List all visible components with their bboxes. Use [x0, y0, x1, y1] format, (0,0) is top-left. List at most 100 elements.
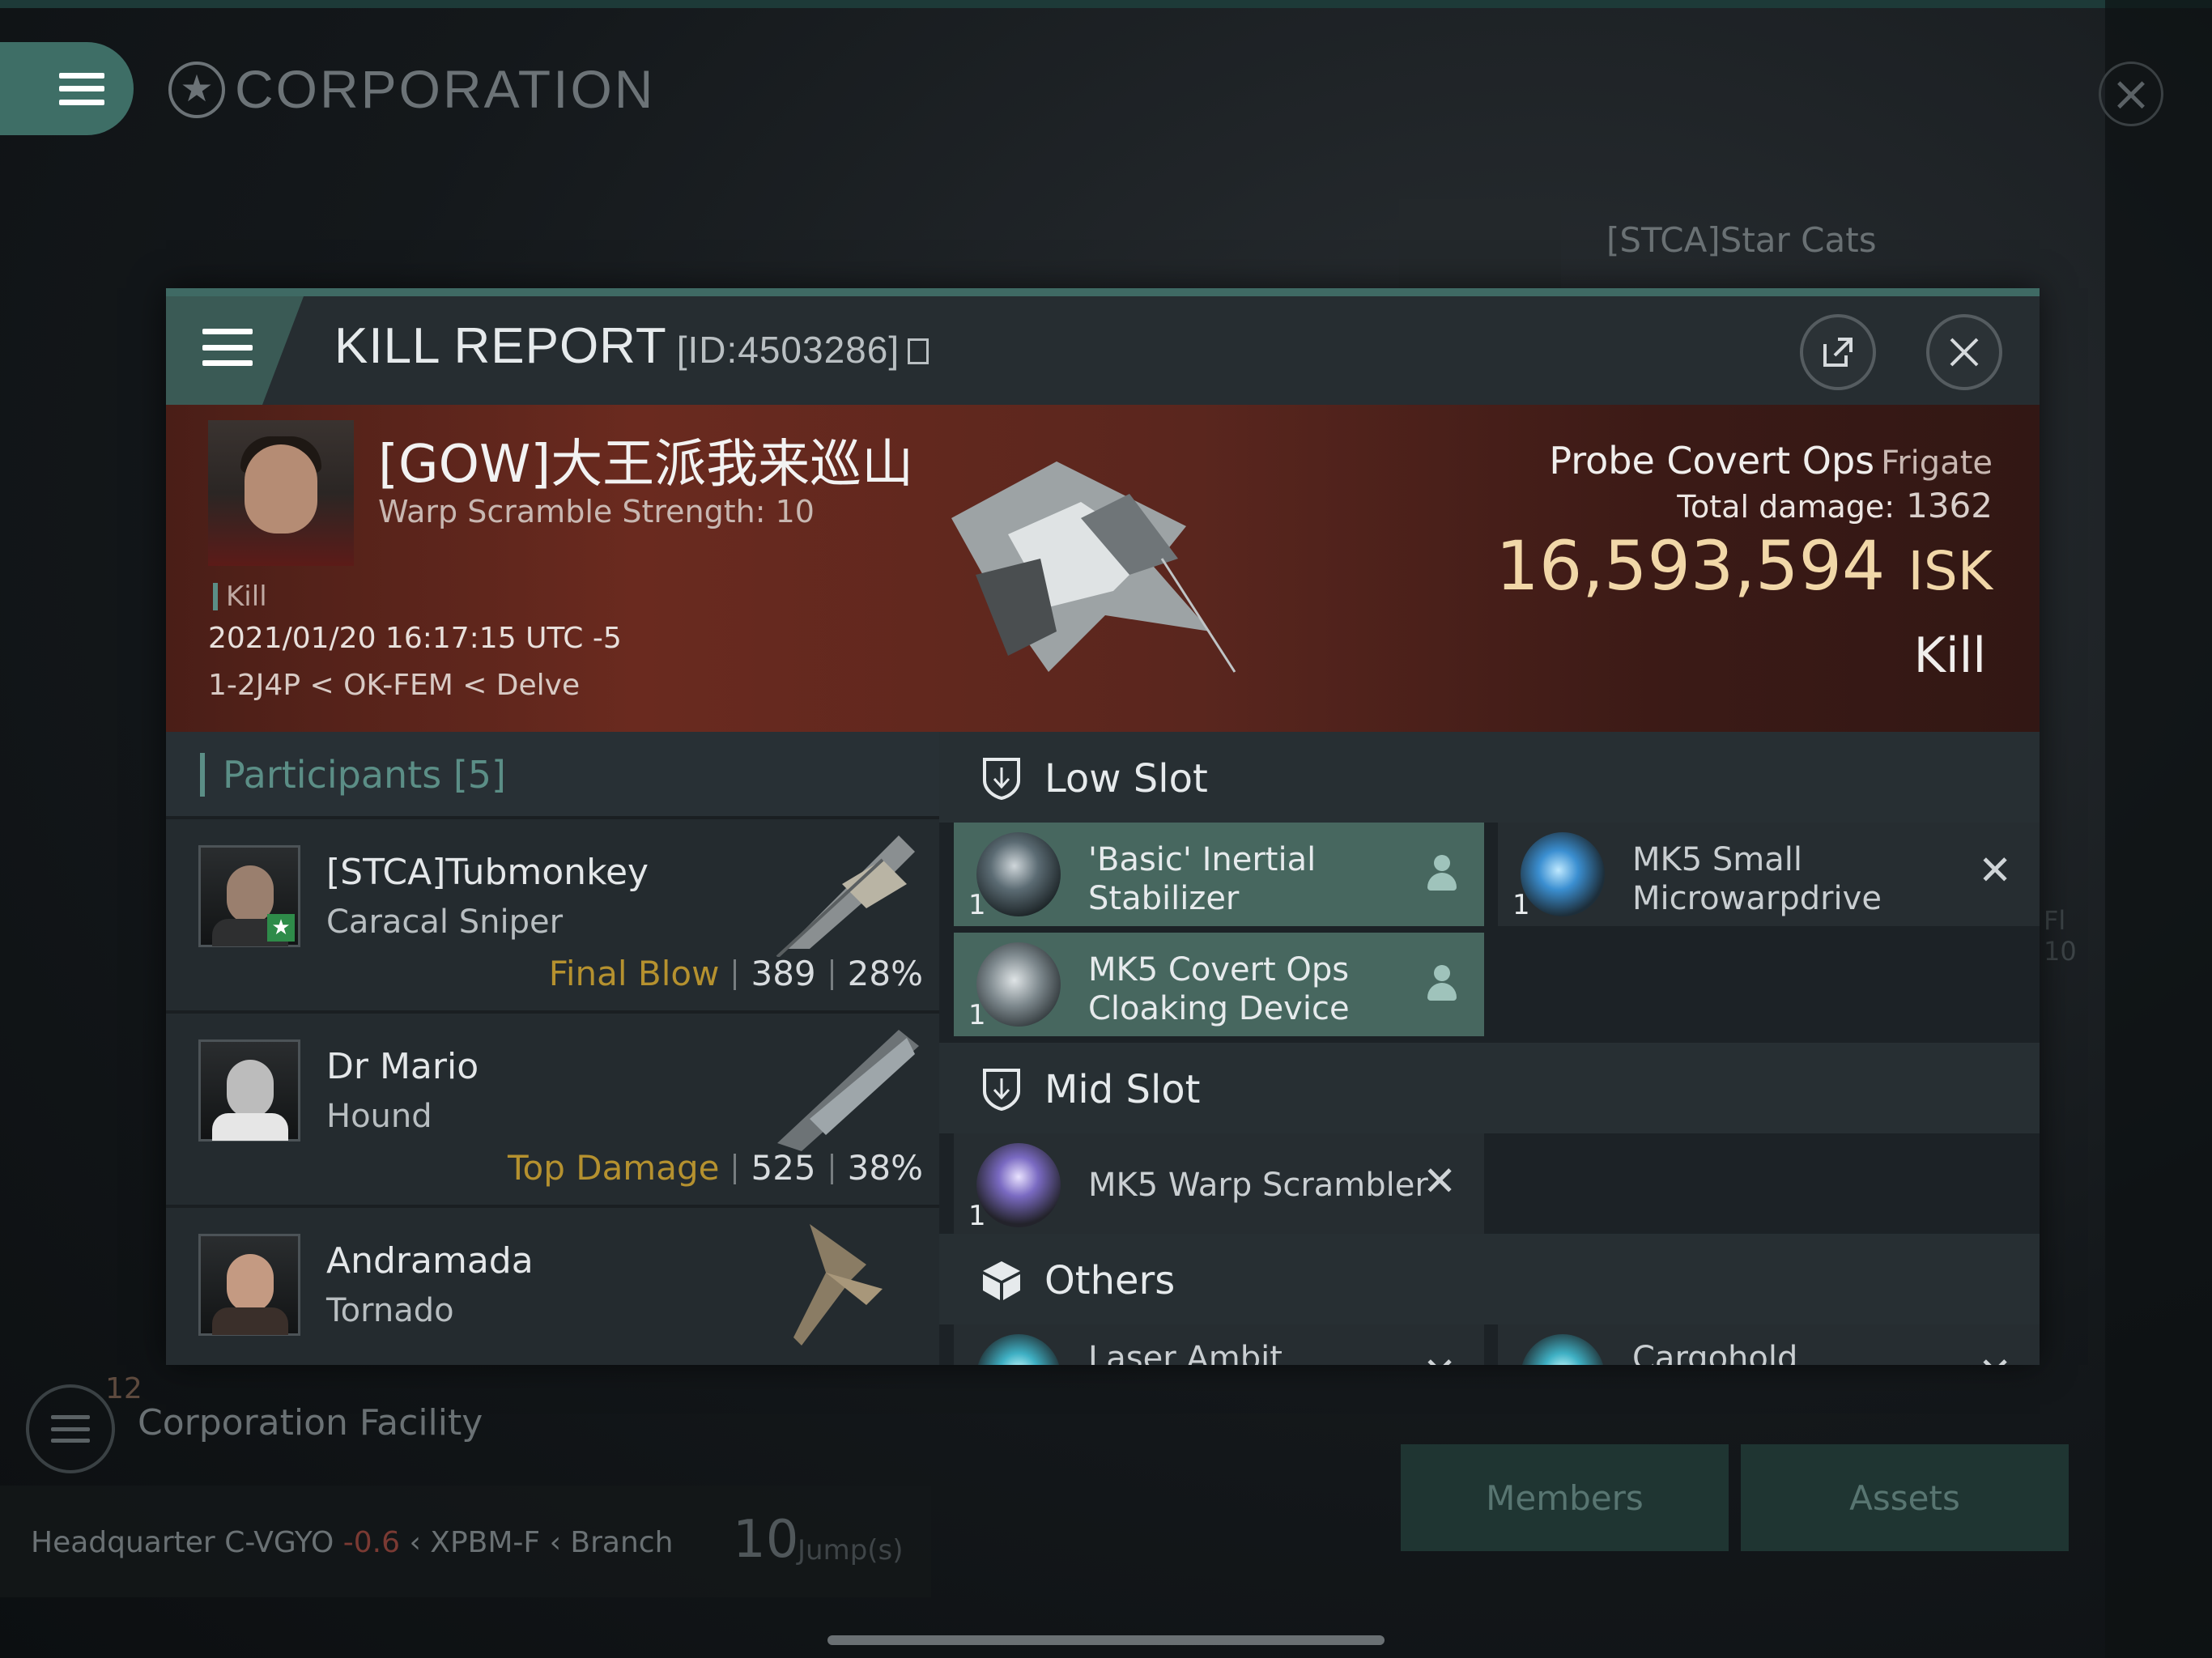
participant-ship-image [776, 835, 915, 957]
fitting-item[interactable]: 1 MK5 Small Microwarpdrive ✕ [1498, 823, 2040, 926]
hq-location[interactable]: Headquarter C-VGYO -0.6 ‹ XPBM-F ‹ Branc… [31, 1526, 673, 1559]
low-slot-label: Low Slot [1044, 756, 1208, 801]
main-menu-button[interactable] [0, 42, 134, 135]
victim-name[interactable]: [GOW]大王派我来巡山 [378, 423, 913, 497]
shield-icon [983, 758, 1020, 801]
participant-name: [STCA]Tubmonkey [326, 852, 649, 893]
kill-report-window: KILL REPORT [ID:4503286] [GOW]大王派我来巡山 War… [166, 288, 2040, 1365]
destroyed-icon: ✕ [1978, 847, 2012, 894]
participant-name: Dr Mario [326, 1046, 479, 1087]
item-quantity: 1 [968, 889, 986, 921]
right-side-panel [2105, 0, 2212, 1658]
participant-row[interactable]: Andramada Tornado [166, 1205, 939, 1365]
victim-detail: Warp Scramble Strength: 10 [378, 494, 815, 529]
kill-timestamp: 2021/01/20 16:17:15 UTC -5 [208, 622, 622, 655]
item-name: Cargohold [1632, 1340, 1798, 1365]
fitting-item[interactable]: 1 'Basic' Inertial Stabilizer [954, 823, 1484, 926]
facility-count: 12 [105, 1372, 143, 1405]
jump-count: 10 [733, 1510, 799, 1570]
module-icon [976, 832, 1061, 916]
fitting-item[interactable]: 1 MK5 Warp Scrambler ✕ [954, 1133, 1484, 1237]
mid-slot-header: Mid Slot [939, 1043, 2040, 1133]
total-damage: Total damage: 1362 [1677, 486, 1993, 525]
shield-icon [983, 1069, 1020, 1112]
item-quantity: 1 [968, 1200, 986, 1232]
participant-avatar [198, 1039, 300, 1141]
participants-label: Participants [5] [200, 753, 506, 797]
cube-icon [983, 1261, 1020, 1300]
item-name: MK5 Warp Scrambler [1088, 1167, 1428, 1204]
participant-row[interactable]: ★ [STCA]Tubmonkey Caracal Sniper Final B… [166, 816, 939, 1010]
corp-logo [1399, 199, 1561, 288]
side-text: Fl 10 [2044, 905, 2077, 967]
destroyed-icon: ✕ [1423, 1158, 1457, 1205]
members-button[interactable]: Members [1401, 1444, 1729, 1551]
item-name: MK5 Covert Ops Cloaking Device [1088, 951, 1350, 1027]
fitting-item[interactable]: Cargohold ✕ [1498, 1324, 2040, 1365]
destroyed-icon: ✕ [1978, 1349, 2012, 1365]
mid-slot-label: Mid Slot [1044, 1067, 1201, 1112]
item-quantity: 1 [1512, 889, 1530, 921]
participant-ship-image [777, 1030, 919, 1151]
module-icon [976, 1143, 1061, 1227]
hamburger-icon [51, 1415, 90, 1443]
participants-header: Participants [5] [166, 732, 939, 816]
copy-icon[interactable] [908, 338, 929, 364]
home-indicator [827, 1635, 1385, 1645]
item-quantity: 1 [968, 999, 986, 1031]
jump-unit: Jump(s) [798, 1534, 904, 1567]
fitting-item[interactable]: Laser Ambit ✕ [954, 1324, 1484, 1365]
item-name: Laser Ambit [1088, 1340, 1283, 1365]
star-icon: ★ [267, 914, 295, 942]
participant-ship: Tornado [326, 1292, 454, 1329]
isk-value: 16,593,594 ISK [1495, 526, 1993, 606]
item-name: MK5 Small Microwarpdrive [1632, 841, 1882, 917]
person-icon [1426, 965, 1458, 1004]
victim-banner: [GOW]大王派我来巡山 Warp Scramble Strength: 10 … [166, 405, 2040, 732]
victim-ship-name[interactable]: Probe Covert Ops Frigate [1549, 439, 1993, 483]
participant-ship-image [793, 1224, 883, 1346]
module-icon [976, 942, 1061, 1027]
others-label: Others [1044, 1258, 1176, 1303]
participant-avatar: ★ [198, 845, 300, 947]
participant-avatar [198, 1234, 300, 1336]
participant-stats: Top Damage 525 38% [508, 1148, 923, 1188]
fittings-panel: Low Slot 1 'Basic' Inertial Stabilizer 1 … [939, 732, 2040, 1365]
corporation-star-icon: ★ [168, 62, 225, 118]
participant-stats: Final Blow 389 28% [548, 954, 923, 993]
module-icon [976, 1334, 1061, 1365]
hamburger-icon [202, 329, 253, 366]
page-close-button[interactable]: × [2099, 62, 2163, 126]
assets-button[interactable]: Assets [1741, 1444, 2069, 1551]
window-title: KILL REPORT [ID:4503286] [334, 317, 929, 375]
destroyed-icon: ✕ [1423, 1349, 1457, 1365]
corp-name: [STCA]Star Cats [1606, 220, 1877, 260]
module-icon [1521, 832, 1605, 916]
share-icon [1823, 338, 1853, 367]
close-button[interactable] [1926, 314, 2002, 390]
close-icon [1950, 338, 1979, 367]
others-header: Others [939, 1234, 2040, 1324]
kill-location[interactable]: 1-2J4P < OK-FEM < Delve [208, 669, 580, 702]
low-slot-header: Low Slot [939, 732, 2040, 823]
participant-ship: Caracal Sniper [326, 903, 564, 941]
kill-result: Kill [1913, 627, 1986, 684]
participant-ship: Hound [326, 1098, 432, 1135]
victim-ship-image [951, 461, 1236, 673]
share-button[interactable] [1800, 314, 1876, 390]
person-icon [1426, 855, 1458, 894]
participants-panel: Participants [5] ★ [STCA]Tubmonkey Carac… [166, 732, 939, 1365]
top-accent-bar [0, 0, 2212, 8]
kill-tag: Kill [213, 583, 267, 610]
participant-name: Andramada [326, 1240, 534, 1282]
facility-menu-button[interactable] [26, 1384, 115, 1473]
participant-row[interactable]: Dr Mario Hound Top Damage 525 38% [166, 1010, 939, 1205]
item-name: 'Basic' Inertial Stabilizer [1088, 841, 1317, 917]
facility-label: Corporation Facility [138, 1402, 483, 1443]
fitting-item[interactable]: 1 MK5 Covert Ops Cloaking Device [954, 933, 1484, 1036]
victim-portrait[interactable] [208, 420, 354, 566]
page-title: CORPORATION [235, 59, 656, 119]
kill-id: [ID:4503286] [676, 329, 900, 371]
hamburger-icon [59, 72, 104, 105]
module-icon [1521, 1334, 1605, 1365]
